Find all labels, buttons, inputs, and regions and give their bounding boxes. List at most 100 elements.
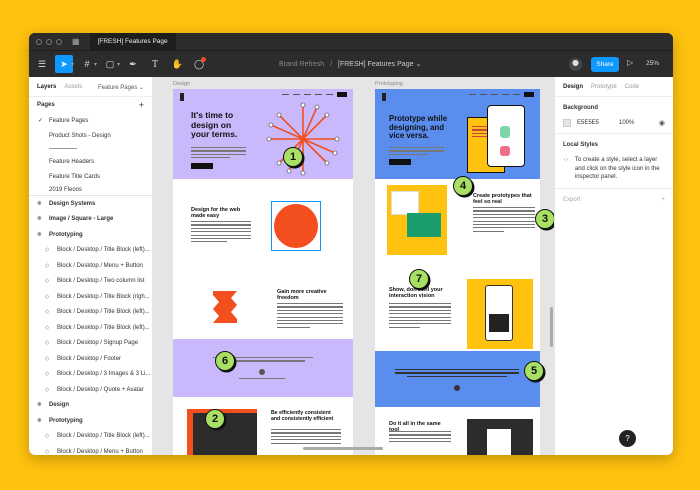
tab-design[interactable]: Design <box>563 84 583 90</box>
breadcrumb-file[interactable]: [FRESH] Features Page <box>338 61 413 68</box>
canvas[interactable]: Design Prototyping It's time to design o… <box>153 77 554 455</box>
layer-item[interactable]: ◇ Block / Desktop / Title Block (righ... <box>29 289 152 305</box>
layer-label: Block / Desktop / 3 Images & 3 Li... <box>57 371 151 378</box>
layer-label: Block / Desktop / Footer <box>57 355 122 362</box>
layer-label: Block / Desktop / Signup Page <box>57 340 139 347</box>
section-body-text <box>277 303 343 330</box>
breadcrumb[interactable]: Brand Refresh / [FRESH] Features Page ⌄ <box>279 60 421 68</box>
file-tab[interactable]: [FRESH] Features Page <box>89 33 176 50</box>
layer-item[interactable]: ◇ Block / Desktop / Menu + Button <box>29 444 152 455</box>
horizontal-scrollbar[interactable] <box>303 447 383 450</box>
background-opacity-input[interactable]: 100% <box>619 120 634 126</box>
layer-item[interactable]: ⁜ Design Systems <box>29 196 152 212</box>
vertical-scrollbar[interactable] <box>550 307 553 347</box>
layer-label: Prototyping <box>49 231 83 238</box>
layer-item[interactable]: ◇ Block / Desktop / 3 Images & 3 Li... <box>29 367 152 383</box>
rectangle-icon: ▢ <box>105 58 115 69</box>
maximize-window-button[interactable] <box>56 38 62 45</box>
chevron-down-icon[interactable]: ⌄ <box>415 61 421 68</box>
present-play-icon[interactable]: ▷ <box>627 58 633 67</box>
page-dropdown-label: Feature Pages <box>97 85 138 91</box>
minimize-window-button[interactable] <box>46 38 52 45</box>
tab-assets[interactable]: Assets <box>64 84 82 90</box>
layer-item[interactable]: ⁜ Image / Square - Large <box>29 212 152 228</box>
figma-menu-icon: ☰ <box>37 58 47 69</box>
badge-1: 1 <box>283 147 303 167</box>
selection-box <box>271 201 321 251</box>
frame-label-prototyping[interactable]: Prototyping <box>375 81 403 87</box>
zigzag-shape-illustration <box>213 291 237 323</box>
layer-label: Prototyping <box>49 417 83 424</box>
component-icon: ⁜ <box>37 200 42 207</box>
hero-body-text <box>191 147 246 161</box>
proto-section-vision: Show, don't tell your interaction vision <box>375 267 540 351</box>
layer-item[interactable]: ◇ Block / Desktop / Two column list <box>29 274 152 290</box>
frame-label-design[interactable]: Design <box>173 81 190 87</box>
component-instance-icon: ◇ <box>45 247 50 254</box>
proto-vision-yellow <box>467 279 533 349</box>
component-icon: ⁜ <box>37 402 42 409</box>
files-grid-icon[interactable]: ▦ <box>72 37 80 46</box>
background-hex-input[interactable]: E5E5E5 <box>577 120 599 126</box>
layer-item[interactable]: ◇ Block / Desktop / Title Block (left)... <box>29 429 152 445</box>
share-button[interactable]: Share <box>591 57 619 72</box>
help-button[interactable]: ? <box>619 430 636 447</box>
page-item-label: Product Shots - Design <box>49 132 111 139</box>
layer-item[interactable]: ◇ Block / Desktop / Title Block (left)... <box>29 243 152 259</box>
prototyping-frame[interactable]: Prototype while designing, and vice vers… <box>375 89 540 455</box>
section-body-text <box>473 207 535 234</box>
design-section3-heading: Be efficiently consistent and consistent… <box>271 410 334 422</box>
file-tab-title: [FRESH] Features Page <box>97 38 168 45</box>
component-instance-icon: ◇ <box>45 433 50 440</box>
layer-item[interactable]: ⁜ Prototyping <box>29 227 152 243</box>
eye-icon[interactable]: ◉ <box>659 119 665 127</box>
breadcrumb-project[interactable]: Brand Refresh <box>279 61 324 68</box>
figma-window: ▦ [FRESH] Features Page ☰ ➤ ▾ # ▾ ▢ ▾ ✒ … <box>29 33 673 455</box>
add-export-plus-icon[interactable]: + <box>661 197 665 203</box>
add-page-plus-icon[interactable]: + <box>139 100 144 110</box>
hand-tool-button[interactable]: ✋ <box>168 55 186 73</box>
zoom-level[interactable]: 25% <box>646 60 659 67</box>
chevron-down-icon[interactable]: ▾ <box>117 61 120 68</box>
layer-item[interactable]: ◇ Block / Desktop / Footer <box>29 351 152 367</box>
figma-logo-icon <box>382 93 386 101</box>
export-section[interactable]: Export + <box>555 189 673 211</box>
page-item-feature-pages[interactable]: Feature Pages <box>29 113 152 128</box>
ui-screenshot-white <box>487 429 511 455</box>
page-dropdown[interactable]: Feature Pages ⌄ <box>98 84 144 91</box>
tab-prototype[interactable]: Prototype <box>591 84 617 90</box>
comment-tool-button[interactable]: ◯ <box>190 55 208 73</box>
page-item-feature-headers[interactable]: Feature Headers <box>29 154 152 169</box>
chevron-down-icon[interactable]: ▾ <box>94 61 97 68</box>
layer-item[interactable]: ◇ Block / Desktop / Title Block (left)... <box>29 305 152 321</box>
page-item-2019-fleoos[interactable]: 2019 Fleoos <box>29 184 152 193</box>
layer-item[interactable]: ⁜ Prototyping <box>29 413 152 429</box>
component-instance-icon: ◇ <box>45 340 50 347</box>
pen-icon: ✒ <box>129 58 137 69</box>
color-swatch[interactable] <box>563 119 571 127</box>
design-quote-block <box>173 339 353 397</box>
component-instance-icon: ◇ <box>45 386 50 393</box>
pages-header: Pages + <box>29 97 152 113</box>
layer-item[interactable]: ◇ Block / Desktop / Menu + Button <box>29 258 152 274</box>
layer-item[interactable]: ◇ Block / Desktop / Signup Page <box>29 336 152 352</box>
chevron-down-icon[interactable]: ▾ <box>71 61 74 68</box>
main-menu-button[interactable]: ☰ <box>33 55 51 73</box>
avatar[interactable] <box>569 58 582 71</box>
page-item-product-shots[interactable]: Product Shots - Design <box>29 128 152 143</box>
layer-item[interactable]: ◇ Block / Desktop / Title Block (left)... <box>29 320 152 336</box>
design-frame[interactable]: It's time to design on your terms. Desig… <box>173 89 353 455</box>
pen-tool-button[interactable]: ✒ <box>124 55 142 73</box>
layer-item[interactable]: ⁜ Design <box>29 398 152 414</box>
properties-panel: Design Prototype Code Background E5E5E5 … <box>554 77 673 455</box>
design-section1-heading: Design for the web made easy <box>191 207 241 220</box>
background-fill-row[interactable]: E5E5E5 100% ◉ <box>563 119 665 127</box>
tab-layers[interactable]: Layers <box>37 84 56 90</box>
close-window-button[interactable] <box>36 38 42 45</box>
section-body-text <box>271 429 341 446</box>
tab-code[interactable]: Code <box>625 84 639 90</box>
layer-item[interactable]: ◇ Block / Desktop / Quote + Avatar <box>29 382 152 398</box>
mini-screen-green <box>407 213 441 237</box>
page-item-feature-title-cards[interactable]: Feature Title Cards <box>29 169 152 184</box>
text-tool-button[interactable]: T <box>146 55 164 73</box>
